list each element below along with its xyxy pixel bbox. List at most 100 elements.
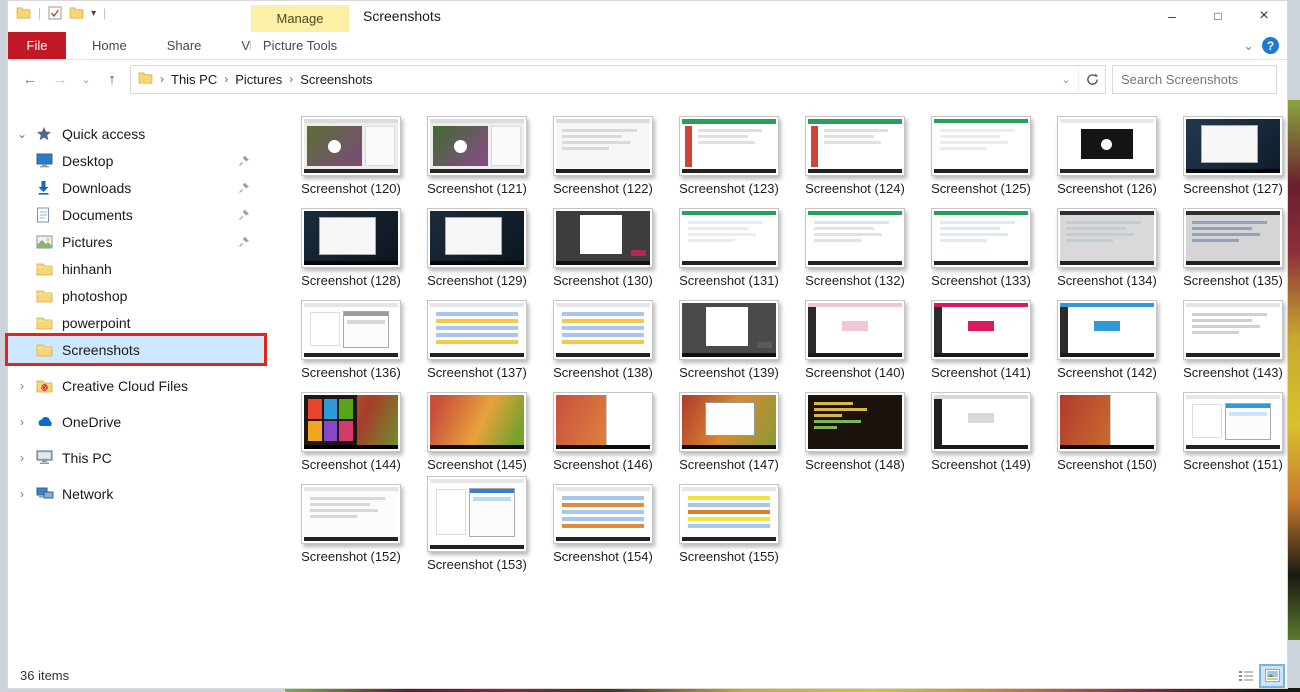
maximize-button[interactable]: □ [1195, 1, 1241, 31]
chevron-right-icon[interactable]: › [8, 451, 36, 465]
file-item[interactable]: Screenshot (122) [542, 116, 664, 208]
file-item[interactable]: Screenshot (142) [1046, 300, 1168, 392]
sidebar-item-quick-access[interactable]: ⌄Quick access [8, 120, 264, 147]
file-item[interactable]: Screenshot (123) [668, 116, 790, 208]
breadcrumb-item[interactable]: Pictures [235, 72, 282, 87]
file-item[interactable]: Screenshot (132) [794, 208, 916, 300]
qat-dropdown-arrow[interactable]: ▾ [91, 8, 96, 19]
sidebar-item-network[interactable]: ›Network [8, 480, 264, 507]
checkbox-icon[interactable] [48, 6, 62, 20]
file-item[interactable]: Screenshot (121) [416, 116, 538, 208]
sidebar-item-hinhanh[interactable]: hinhanh [8, 255, 264, 282]
chevron-right-icon[interactable]: › [8, 487, 36, 501]
ribbon-collapse-icon[interactable]: ⌄ [1243, 38, 1254, 54]
file-thumbnail [301, 392, 401, 452]
file-thumbnail [679, 300, 779, 360]
file-label: Screenshot (154) [553, 549, 653, 564]
back-button[interactable]: ← [18, 71, 42, 88]
file-label: Screenshot (139) [679, 365, 779, 380]
sidebar-item-screenshots[interactable]: Screenshots [8, 336, 264, 363]
tab-home[interactable]: Home [72, 32, 147, 59]
sidebar-item-this-pc[interactable]: ›This PC [8, 444, 264, 471]
file-item[interactable]: Screenshot (126) [1046, 116, 1168, 208]
file-thumbnail [805, 116, 905, 176]
file-item[interactable]: Screenshot (151) [1172, 392, 1294, 484]
file-item[interactable]: Screenshot (133) [920, 208, 1042, 300]
sidebar-item-powerpoint[interactable]: powerpoint [8, 309, 264, 336]
file-item[interactable]: Screenshot (128) [290, 208, 412, 300]
network-icon [36, 487, 54, 501]
close-button[interactable]: × [1241, 1, 1287, 31]
tab-share[interactable]: Share [147, 32, 222, 59]
file-item[interactable]: Screenshot (154) [542, 484, 664, 576]
search-input[interactable] [1113, 72, 1300, 87]
file-item[interactable]: Screenshot (146) [542, 392, 664, 484]
file-item[interactable]: Screenshot (137) [416, 300, 538, 392]
tab-file[interactable]: File [8, 32, 66, 59]
file-label: Screenshot (144) [301, 457, 401, 472]
documents-icon [36, 207, 54, 223]
file-thumbnail [301, 208, 401, 268]
thumbnail-view-icon[interactable] [1261, 666, 1283, 686]
sidebar-item-creative-cloud-files[interactable]: ›CcCreative Cloud Files [8, 372, 264, 399]
forward-button[interactable]: → [48, 71, 72, 88]
file-item[interactable]: Screenshot (144) [290, 392, 412, 484]
sidebar-item-onedrive[interactable]: ›OneDrive [8, 408, 264, 435]
chevron-right-icon[interactable]: › [8, 379, 36, 393]
file-item[interactable]: Screenshot (147) [668, 392, 790, 484]
sidebar-item-documents[interactable]: Documents [8, 201, 264, 228]
file-item[interactable]: Screenshot (131) [668, 208, 790, 300]
chevron-down-icon[interactable]: ⌄ [8, 127, 36, 141]
file-item[interactable]: Screenshot (139) [668, 300, 790, 392]
file-item[interactable]: Screenshot (125) [920, 116, 1042, 208]
status-bar: 36 items [8, 663, 1287, 688]
details-view-icon[interactable] [1235, 666, 1257, 686]
search-box[interactable] [1112, 65, 1277, 94]
file-item[interactable]: Screenshot (130) [542, 208, 664, 300]
file-item[interactable]: Screenshot (127) [1172, 116, 1294, 208]
breadcrumb-item[interactable]: Screenshots [300, 72, 372, 87]
file-item[interactable]: Screenshot (135) [1172, 208, 1294, 300]
address-bar[interactable]: ›This PC›Pictures›Screenshots ⌄ [130, 65, 1106, 94]
contextual-group-manage[interactable]: Manage [251, 5, 349, 32]
file-item[interactable]: Screenshot (124) [794, 116, 916, 208]
up-button[interactable]: ↑ [100, 71, 124, 88]
file-item[interactable]: Screenshot (140) [794, 300, 916, 392]
sidebar-item-desktop[interactable]: Desktop [8, 147, 264, 174]
file-item[interactable]: Screenshot (150) [1046, 392, 1168, 484]
sidebar: ⌄Quick accessDesktopDownloadsDocumentsPi… [8, 98, 264, 663]
address-dropdown-icon[interactable]: ⌄ [1054, 73, 1078, 86]
folder-icon[interactable] [69, 7, 84, 19]
sidebar-item-downloads[interactable]: Downloads [8, 174, 264, 201]
file-item[interactable]: Screenshot (148) [794, 392, 916, 484]
file-item[interactable]: Screenshot (153) [416, 484, 538, 576]
help-icon[interactable]: ? [1262, 37, 1279, 54]
file-label: Screenshot (147) [679, 457, 779, 472]
recent-locations-icon[interactable]: ⌄ [78, 73, 94, 86]
file-item[interactable]: Screenshot (143) [1172, 300, 1294, 392]
breadcrumb-separator: › [282, 72, 300, 86]
file-item[interactable]: Screenshot (149) [920, 392, 1042, 484]
file-label: Screenshot (131) [679, 273, 779, 288]
file-item[interactable]: Screenshot (145) [416, 392, 538, 484]
file-item[interactable]: Screenshot (134) [1046, 208, 1168, 300]
file-item[interactable]: Screenshot (136) [290, 300, 412, 392]
file-thumbnail [679, 116, 779, 176]
file-label: Screenshot (149) [931, 457, 1031, 472]
tab-picture-tools[interactable]: Picture Tools [251, 32, 349, 59]
chevron-right-icon[interactable]: › [8, 415, 36, 429]
file-item[interactable]: Screenshot (155) [668, 484, 790, 576]
file-thumbnail [427, 476, 527, 552]
file-item[interactable]: Screenshot (152) [290, 484, 412, 576]
file-item[interactable]: Screenshot (141) [920, 300, 1042, 392]
minimize-button[interactable]: – [1149, 1, 1195, 31]
sidebar-item-pictures[interactable]: Pictures [8, 228, 264, 255]
file-item[interactable]: Screenshot (129) [416, 208, 538, 300]
file-item[interactable]: Screenshot (120) [290, 116, 412, 208]
sidebar-item-photoshop[interactable]: photoshop [8, 282, 264, 309]
file-label: Screenshot (153) [427, 557, 527, 572]
sidebar-item-label: Creative Cloud Files [62, 378, 264, 394]
file-item[interactable]: Screenshot (138) [542, 300, 664, 392]
refresh-icon[interactable] [1078, 66, 1105, 93]
breadcrumb-item[interactable]: This PC [171, 72, 217, 87]
